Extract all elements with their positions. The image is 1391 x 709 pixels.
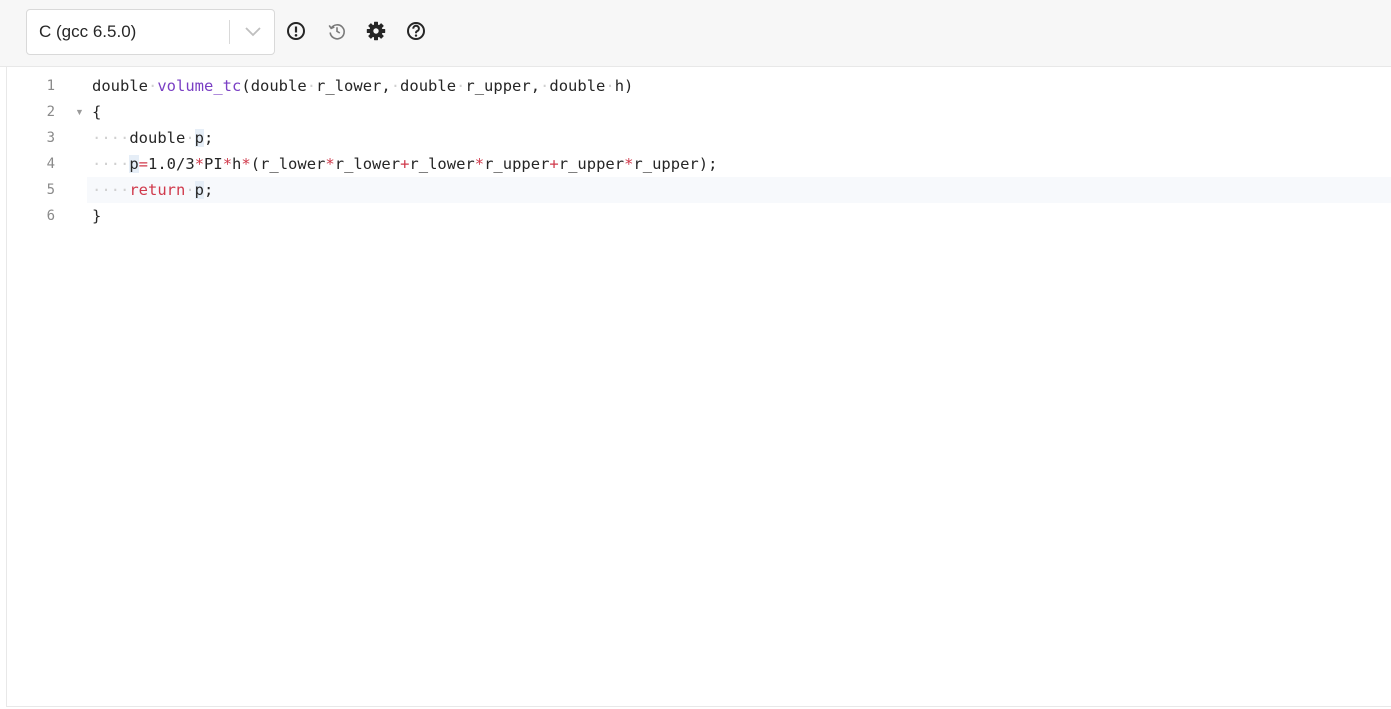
indent-marker: ····	[92, 181, 130, 199]
identifier: h	[232, 155, 242, 173]
operator: =	[138, 155, 149, 173]
semicolon: ;	[204, 129, 214, 147]
brace-close: }	[92, 207, 102, 225]
param: r_upper,	[465, 77, 541, 95]
code-line: 3 ····double·p;	[7, 125, 1391, 151]
variable-highlight: p	[194, 181, 205, 199]
code-text: ····double·p;	[92, 125, 213, 151]
operator: +	[400, 155, 410, 173]
editor-toolbar: C (gcc 6.5.0)	[0, 0, 1391, 67]
identifier: PI	[204, 155, 223, 173]
whitespace-marker: ·	[456, 77, 466, 95]
indent-marker: ····	[92, 155, 130, 173]
operator: *	[194, 155, 205, 173]
code-text: double·volume_tc(double·r_lower,·double·…	[92, 73, 633, 99]
alert-circle-icon[interactable]	[285, 20, 307, 42]
brace-open: {	[92, 103, 102, 121]
whitespace-marker: ·	[540, 77, 550, 95]
identifier: (r_lower	[250, 155, 326, 173]
identifier: r_upper	[558, 155, 625, 173]
whitespace-marker: ·	[185, 181, 195, 199]
code-line: 5 ····return·p;	[7, 177, 1391, 203]
line-number: 6	[46, 208, 55, 224]
settings-gear-icon[interactable]	[365, 20, 387, 42]
line-number: 2	[46, 104, 55, 120]
identifier: r_lower	[409, 155, 475, 173]
identifier: r_upper	[484, 155, 550, 173]
code-text: ····p=1.0/3*PI*h*(r_lower*r_lower+r_lowe…	[92, 151, 717, 177]
line-number: 1	[46, 78, 55, 94]
number-literal: 1.0/3	[148, 155, 195, 173]
history-icon[interactable]	[326, 20, 348, 42]
identifier: r_upper);	[633, 155, 718, 173]
function-name: volume_tc	[157, 77, 242, 95]
select-separator	[229, 20, 230, 44]
whitespace-marker: ·	[185, 129, 195, 147]
type-keyword: double	[250, 77, 307, 95]
language-select[interactable]: C (gcc 6.5.0)	[26, 9, 275, 55]
whitespace-marker: ·	[148, 77, 158, 95]
code-editor[interactable]: 1 double·volume_tc(double·r_lower,·doubl…	[6, 67, 1391, 707]
return-keyword: return	[129, 181, 186, 199]
code-line: 4 ····p=1.0/3*PI*h*(r_lower*r_lower+r_lo…	[7, 151, 1391, 177]
type-keyword: double	[129, 129, 186, 147]
code-line: 1 double·volume_tc(double·r_lower,·doubl…	[7, 73, 1391, 99]
whitespace-marker: ·	[390, 77, 401, 95]
whitespace-marker: ·	[605, 77, 615, 95]
help-circle-icon[interactable]	[405, 20, 427, 42]
param: h)	[614, 77, 634, 95]
code-text: }	[92, 203, 101, 229]
type-keyword: double	[92, 77, 148, 95]
semicolon: ;	[204, 181, 214, 199]
line-number: 5	[46, 182, 55, 198]
operator: *	[325, 155, 335, 173]
paren-open: (	[241, 77, 251, 95]
fold-arrow-icon[interactable]: ▼	[75, 99, 85, 125]
indent-marker: ····	[92, 129, 130, 147]
code-line: 2 ▼ {	[7, 99, 1391, 125]
whitespace-marker: ·	[306, 77, 317, 95]
operator: *	[474, 155, 485, 173]
language-select-value: C (gcc 6.5.0)	[39, 22, 137, 41]
line-number: 4	[46, 156, 55, 172]
operator: +	[549, 155, 559, 173]
line-number: 3	[46, 130, 55, 146]
variable-highlight: p	[194, 129, 205, 147]
code-line: 6 }	[7, 203, 1391, 229]
operator: *	[241, 155, 251, 173]
type-keyword: double	[400, 77, 457, 95]
variable-highlight: p	[129, 155, 139, 173]
identifier: r_lower	[334, 155, 401, 173]
type-keyword: double	[549, 77, 606, 95]
code-text: {	[92, 99, 101, 125]
chevron-down-icon[interactable]	[241, 23, 265, 41]
code-text: ····return·p;	[92, 177, 213, 203]
param: r_lower,	[316, 77, 391, 95]
operator: *	[222, 155, 233, 173]
